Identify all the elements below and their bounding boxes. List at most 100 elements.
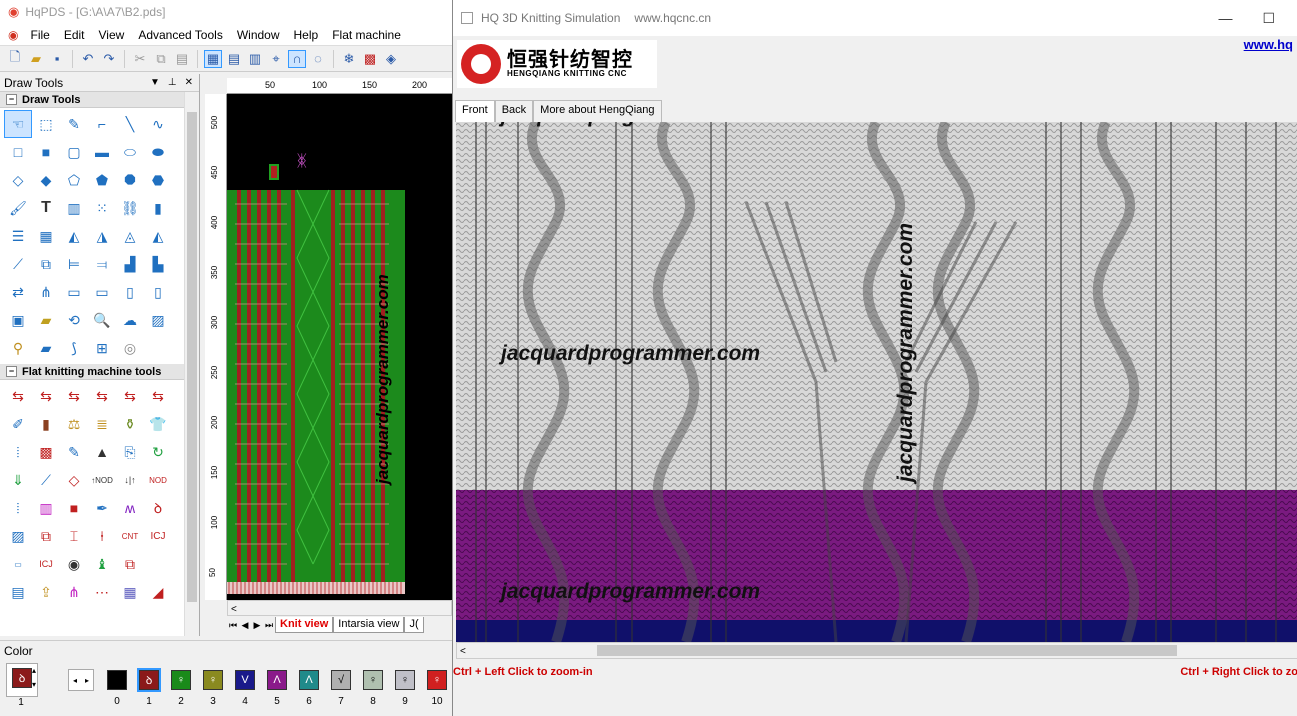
text-icon[interactable]: T [32,194,60,222]
panel-close-icon[interactable]: ✕ [185,77,193,88]
edit-icon[interactable]: ✎ [60,438,88,466]
m-shape-icon[interactable]: ʍ [116,494,144,522]
nod-box-icon[interactable]: ▭ [4,550,32,578]
grid-icon[interactable]: ▦ [204,49,222,68]
pen-icon[interactable]: ✒ [88,494,116,522]
ellipse-icon[interactable]: ⬭ [116,138,144,166]
copy-red-icon[interactable]: ⧉ [32,522,60,550]
round-rect-fill-icon[interactable]: ▬ [88,138,116,166]
checker-icon[interactable]: ▩ [361,50,379,68]
figure-icon[interactable]: ♝ [88,550,116,578]
fill-icon[interactable]: ◭ [60,222,88,250]
panel2-icon[interactable]: ▯ [144,278,172,306]
diamond-icon[interactable]: ◇ [4,166,32,194]
tab-next-icon[interactable]: ▶ [251,620,263,631]
swatch-2[interactable]: ♀ [171,670,191,690]
tab-jacquard-view[interactable]: J( [404,617,424,633]
window-icon[interactable]: ▭ [60,278,88,306]
swatch-10[interactable]: ♀ [427,670,447,690]
minimize-icon[interactable]: — [1218,10,1232,27]
align-right-icon[interactable]: ⫤ [88,250,116,278]
tree-icon[interactable]: ⋔ [32,278,60,306]
canvas-hscroll[interactable]: < [227,600,452,616]
nod2-icon[interactable]: NOD [144,466,172,494]
pin-icon[interactable]: ⊥ [168,77,177,88]
diamond-fill-icon[interactable]: ◆ [32,166,60,194]
book-icon[interactable]: ▮ [32,410,60,438]
polyline-icon[interactable]: ⌐ [88,110,116,138]
round-rect-icon[interactable]: ▢ [60,138,88,166]
tab-last-icon[interactable]: ⏭ [263,620,275,631]
octagon-fill-icon[interactable]: ⬣ [144,166,172,194]
menu-edit[interactable]: Edit [57,28,92,42]
knot-icon[interactable]: ꝺ [144,494,172,522]
cnt-icon[interactable]: CNT [116,522,144,550]
transfer6-icon[interactable]: ⇆ [144,382,172,410]
tab-intarsia-view[interactable]: Intarsia view [333,617,405,633]
snowflake-icon[interactable]: ❄ [340,50,358,68]
chart-icon[interactable]: ▟ [116,250,144,278]
view-3d-icon[interactable]: ◈ [382,50,400,68]
wand-icon[interactable]: ⟋ [4,250,32,278]
dots-grid-icon[interactable]: ⁙ [88,194,116,222]
copy-icon[interactable]: ⧉ [152,50,170,68]
swatch-0[interactable] [107,670,127,690]
select-icon[interactable]: ◌ [309,50,327,68]
crosshair-icon[interactable]: ⌖ [267,50,285,68]
cloud-icon[interactable]: ☁ [116,306,144,334]
menu-flat-machine[interactable]: Flat machine [325,28,408,42]
i-beam-icon[interactable]: ⌶ [60,522,88,550]
hand-pointer-icon[interactable]: ☜ [4,110,32,138]
transfer3-icon[interactable]: ⇆ [60,382,88,410]
collapse-icon[interactable]: − [6,366,17,377]
stack-icon[interactable]: ≣ [88,410,116,438]
jar-icon[interactable]: ⚱ [116,410,144,438]
gradient-icon[interactable]: ▥ [32,494,60,522]
grid4-icon[interactable]: ⊞ [88,334,116,362]
line-icon[interactable]: ╲ [116,110,144,138]
swatch-6[interactable]: Λ [299,670,319,690]
block-icon[interactable]: ■ [60,494,88,522]
polygon-fill-icon[interactable]: ⬟ [88,166,116,194]
menu-file[interactable]: File [23,28,56,42]
tab-front[interactable]: Front [455,100,495,122]
pencil-icon[interactable]: ✎ [60,110,88,138]
swatch-7[interactable]: √ [331,670,351,690]
bars-icon[interactable]: ▮ [144,194,172,222]
lasso-icon[interactable]: ⟆ [60,334,88,362]
select-rect-icon[interactable]: ⬚ [32,110,60,138]
transfer5-icon[interactable]: ⇆ [116,382,144,410]
copy-block-icon[interactable]: ⧉ [32,250,60,278]
transfer2-icon[interactable]: ⇆ [32,382,60,410]
import-icon[interactable]: ⎘ [116,438,144,466]
swatch-1[interactable]: ꝺ [137,668,161,692]
chain-icon[interactable]: ⛓ [116,194,144,222]
menu-window[interactable]: Window [230,28,287,42]
image-edit-icon[interactable]: ▨ [4,522,32,550]
open-folder-icon[interactable]: ▰ [27,50,45,68]
sim-hscroll[interactable]: < [456,642,1297,659]
tree2-icon[interactable]: ⋔ [60,578,88,606]
upload-icon[interactable]: ⇪ [32,578,60,606]
needle-icon[interactable]: ⟋ [32,466,60,494]
chart2-icon[interactable]: ▙ [144,250,172,278]
brush-icon[interactable]: 🖌 [4,194,32,222]
tab-knit-view[interactable]: Knit view [275,617,334,633]
color-scroll-buttons[interactable]: ◂ ▸ [68,669,94,691]
polygon-icon[interactable]: ⬠ [60,166,88,194]
columns-icon[interactable]: ▥ [60,194,88,222]
document-icon[interactable]: ▤ [4,578,32,606]
number-grid-icon[interactable]: ▥ [246,50,264,68]
align-left-icon[interactable]: ⊨ [60,250,88,278]
fill-pattern-icon[interactable]: ◮ [88,222,116,250]
layers-icon[interactable]: ⧉ [116,550,144,578]
wand-star-icon[interactable]: ⚲ [4,334,32,362]
fill-color-icon[interactable]: ◬ [116,222,144,250]
rotate-icon[interactable]: ⟲ [60,306,88,334]
tab-back[interactable]: Back [494,100,534,122]
save-icon[interactable]: ▪ [48,50,66,68]
swatch-9[interactable]: ♀ [395,670,415,690]
fill-all-icon[interactable]: ◭ [144,222,172,250]
panel-dropdown-icon[interactable]: ▼ [150,77,160,88]
group-draw-tools[interactable]: − Draw Tools [0,92,199,108]
